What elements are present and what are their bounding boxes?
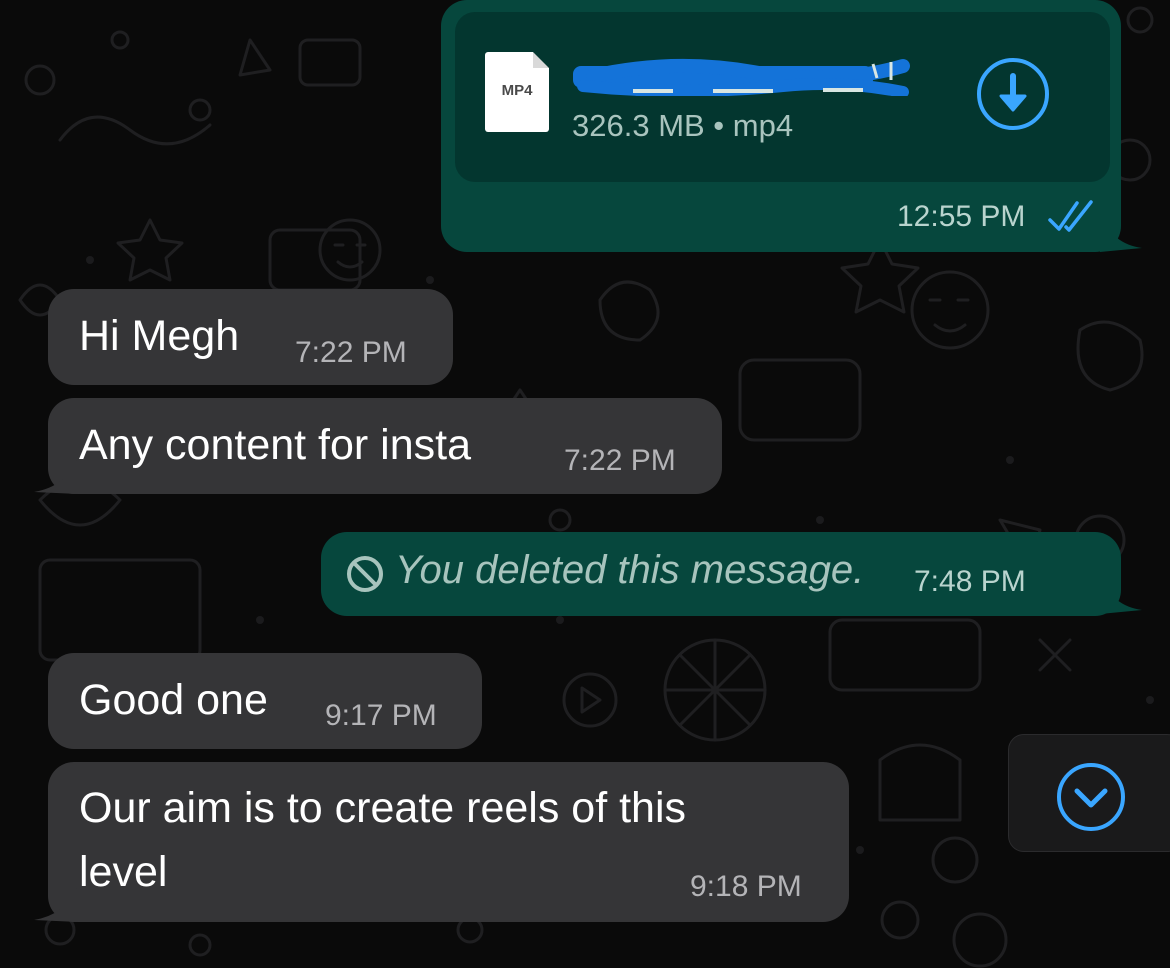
file-attachment-card[interactable]: MP4 326.3 MB • mp4 xyxy=(455,12,1110,182)
deleted-message-bubble[interactable]: You deleted this message. 7:48 PM xyxy=(321,532,1121,616)
bubble-tail xyxy=(1100,576,1142,614)
message-time: 12:55 PM xyxy=(897,200,1026,233)
message-time: 7:22 PM xyxy=(564,444,676,477)
message-text: Hi Megh xyxy=(79,312,240,360)
bubble-tail xyxy=(1100,214,1142,252)
message-time: 7:48 PM xyxy=(914,565,1026,598)
message-time: 9:18 PM xyxy=(690,870,802,903)
incoming-message-bubble[interactable]: Any content for insta 7:22 PM xyxy=(48,398,722,494)
bubble-tail xyxy=(34,456,78,494)
incoming-message-bubble[interactable]: Hi Megh 7:22 PM xyxy=(48,289,453,385)
message-time: 9:17 PM xyxy=(325,699,437,732)
message-text-line-2: level xyxy=(79,848,168,896)
redacted-file-name xyxy=(573,58,910,96)
scroll-to-bottom-button[interactable] xyxy=(1008,734,1170,852)
message-time: 7:22 PM xyxy=(295,336,407,369)
incoming-message-bubble[interactable]: Good one 9:17 PM xyxy=(48,653,482,749)
message-text: Any content for insta xyxy=(79,421,471,469)
download-circle-icon[interactable] xyxy=(975,56,1051,132)
file-type-badge: MP4 xyxy=(501,82,533,99)
prohibited-icon xyxy=(347,556,383,592)
double-check-read-icon xyxy=(1048,200,1093,232)
bubble-tail xyxy=(34,884,78,922)
file-size-type: 326.3 MB • mp4 xyxy=(572,108,794,143)
mp4-file-icon: MP4 xyxy=(485,52,549,132)
chevron-down-circle-icon xyxy=(1057,763,1125,831)
deleted-message-text: You deleted this message. xyxy=(395,548,865,592)
chat-screen: MP4 326.3 MB • mp4 12:55 PM Hi Megh 7:22… xyxy=(0,0,1170,968)
message-text: Good one xyxy=(79,676,268,724)
incoming-message-bubble[interactable]: Our aim is to create reels of this level… xyxy=(48,762,849,922)
message-text-line-1: Our aim is to create reels of this xyxy=(79,784,686,832)
